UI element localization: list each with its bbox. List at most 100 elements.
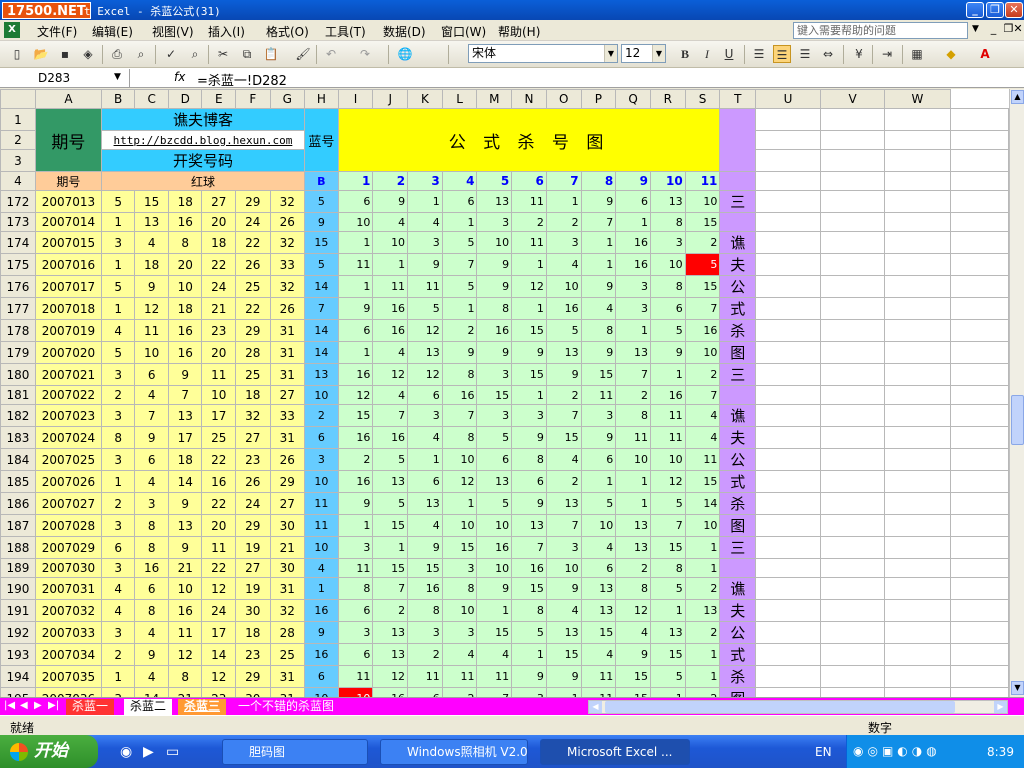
kill-number-cell[interactable]: 15 bbox=[372, 514, 409, 537]
empty-cell[interactable] bbox=[755, 404, 821, 427]
blue-col-label-cell[interactable]: B bbox=[304, 171, 339, 191]
col-header-t[interactable]: T bbox=[719, 89, 757, 109]
red-ball-cell[interactable]: 32 bbox=[269, 190, 306, 213]
red-ball-cell[interactable]: 6 bbox=[100, 536, 136, 559]
kill-number-cell[interactable]: 7 bbox=[684, 297, 721, 320]
red-ball-cell[interactable]: 4 bbox=[100, 577, 136, 600]
red-ball-cell[interactable]: 31 bbox=[269, 363, 306, 386]
red-ball-cell[interactable]: 28 bbox=[269, 621, 306, 644]
kill-number-cell[interactable]: 3 bbox=[511, 404, 547, 427]
kill-number-cell[interactable]: 16 bbox=[545, 297, 582, 320]
red-ball-cell[interactable]: 26 bbox=[235, 470, 271, 493]
kill-number-cell[interactable]: 15 bbox=[545, 643, 582, 666]
kill-number-cell[interactable]: 6 bbox=[337, 643, 374, 666]
kill-number-cell[interactable]: 10 bbox=[476, 231, 513, 254]
red-ball-cell[interactable]: 11 bbox=[201, 536, 237, 559]
empty-cell[interactable] bbox=[949, 643, 1009, 666]
col-header-b[interactable]: B bbox=[100, 89, 136, 109]
empty-cell[interactable] bbox=[949, 363, 1009, 386]
red-ball-cell[interactable]: 1 bbox=[100, 665, 136, 688]
empty-cell[interactable] bbox=[755, 448, 821, 471]
fill-color-icon[interactable]: ◆ bbox=[942, 45, 960, 63]
red-ball-cell[interactable]: 20 bbox=[201, 212, 237, 232]
kill-number-cell[interactable]: 3 bbox=[337, 621, 374, 644]
kill-number-cell[interactable]: 11 bbox=[476, 665, 513, 688]
kill-number-cell[interactable]: 15 bbox=[649, 643, 686, 666]
kill-number-cell[interactable]: 11 bbox=[511, 231, 547, 254]
empty-cell[interactable] bbox=[755, 558, 821, 578]
red-ball-cell[interactable]: 4 bbox=[134, 621, 169, 644]
kill-number-cell[interactable]: 15 bbox=[476, 621, 513, 644]
empty-cell[interactable] bbox=[819, 643, 886, 666]
period-title-cell[interactable]: 期号 bbox=[34, 108, 102, 172]
red-ball-cell[interactable]: 9 bbox=[134, 643, 169, 666]
empty-cell[interactable] bbox=[819, 341, 886, 364]
formula-number-4[interactable]: 4 bbox=[441, 171, 478, 191]
kill-number-cell[interactable]: 1 bbox=[684, 643, 721, 666]
help-search-input[interactable]: 键入需要帮助的问题 bbox=[793, 22, 968, 39]
menu-data[interactable]: 数据(D) bbox=[383, 23, 426, 40]
kill-number-cell[interactable]: 11 bbox=[337, 253, 374, 276]
kill-number-cell[interactable]: 11 bbox=[407, 665, 443, 688]
blue-ball-cell[interactable]: 4 bbox=[304, 558, 339, 578]
kill-number-cell[interactable]: 15 bbox=[511, 319, 547, 342]
kill-number-cell[interactable]: 3 bbox=[545, 536, 582, 559]
kill-number-cell[interactable]: 3 bbox=[580, 404, 617, 427]
kill-number-cell[interactable]: 1 bbox=[684, 558, 721, 578]
kill-number-cell[interactable]: 10 bbox=[476, 514, 513, 537]
red-ball-cell[interactable]: 23 bbox=[201, 319, 237, 342]
red-ball-cell[interactable]: 27 bbox=[201, 190, 237, 213]
empty-cell[interactable] bbox=[884, 297, 951, 320]
empty-cell[interactable] bbox=[949, 275, 1009, 298]
copy-icon[interactable]: ⧉ bbox=[238, 45, 256, 63]
borders-icon[interactable]: ▦ bbox=[908, 45, 926, 63]
col-header-d[interactable]: D bbox=[167, 89, 203, 109]
empty-cell[interactable] bbox=[884, 319, 951, 342]
empty-cell[interactable] bbox=[949, 253, 1009, 276]
empty-cell[interactable] bbox=[949, 404, 1009, 427]
kill-hit-cell[interactable]: 5 bbox=[684, 253, 721, 276]
kill-number-cell[interactable]: 13 bbox=[372, 621, 409, 644]
kill-number-cell[interactable]: 15 bbox=[615, 687, 651, 697]
kill-number-cell[interactable]: 15 bbox=[580, 363, 617, 386]
kill-number-cell[interactable]: 5 bbox=[441, 275, 478, 298]
kill-number-cell[interactable]: 11 bbox=[441, 665, 478, 688]
empty-cell[interactable] bbox=[884, 514, 951, 537]
red-ball-cell[interactable]: 3 bbox=[134, 492, 169, 515]
kill-number-cell[interactable]: 4 bbox=[545, 448, 582, 471]
kill-number-cell[interactable]: 3 bbox=[476, 404, 513, 427]
kill-number-cell[interactable]: 8 bbox=[476, 297, 513, 320]
side-label-cell[interactable] bbox=[719, 171, 757, 191]
period-cell[interactable]: 2007026 bbox=[34, 470, 102, 493]
kill-number-cell[interactable]: 9 bbox=[580, 426, 617, 449]
empty-cell[interactable] bbox=[755, 190, 821, 213]
red-ball-cell[interactable]: 24 bbox=[201, 599, 237, 622]
kill-number-cell[interactable]: 1 bbox=[511, 385, 547, 405]
kill-number-cell[interactable]: 16 bbox=[407, 577, 443, 600]
red-ball-cell[interactable]: 21 bbox=[167, 687, 203, 697]
kill-number-cell[interactable]: 9 bbox=[545, 363, 582, 386]
kill-number-cell[interactable]: 1 bbox=[615, 470, 651, 493]
kill-number-cell[interactable]: 15 bbox=[511, 577, 547, 600]
side-label-cell[interactable]: 谯 bbox=[719, 231, 757, 254]
red-ball-cell[interactable]: 8 bbox=[134, 514, 169, 537]
empty-cell[interactable] bbox=[949, 599, 1009, 622]
kill-number-cell[interactable]: 15 bbox=[511, 363, 547, 386]
kill-number-cell[interactable]: 5 bbox=[649, 492, 686, 515]
col-header-g[interactable]: G bbox=[269, 89, 306, 109]
empty-cell[interactable] bbox=[755, 621, 821, 644]
kill-number-cell[interactable]: 12 bbox=[372, 665, 409, 688]
col-header-k[interactable]: K bbox=[407, 89, 443, 109]
kill-number-cell[interactable]: 7 bbox=[649, 514, 686, 537]
red-ball-cell[interactable]: 4 bbox=[100, 319, 136, 342]
undo-icon[interactable]: ↶ bbox=[322, 45, 340, 63]
kill-number-cell[interactable]: 6 bbox=[337, 190, 374, 213]
red-ball-cell[interactable]: 22 bbox=[201, 448, 237, 471]
row-header[interactable]: 181 bbox=[0, 385, 36, 405]
period-cell[interactable]: 2007031 bbox=[34, 577, 102, 600]
kill-number-cell[interactable]: 4 bbox=[372, 385, 409, 405]
kill-number-cell[interactable]: 1 bbox=[649, 599, 686, 622]
empty-cell[interactable] bbox=[949, 558, 1009, 578]
empty-cell[interactable] bbox=[819, 621, 886, 644]
empty-cell[interactable] bbox=[949, 687, 1009, 697]
